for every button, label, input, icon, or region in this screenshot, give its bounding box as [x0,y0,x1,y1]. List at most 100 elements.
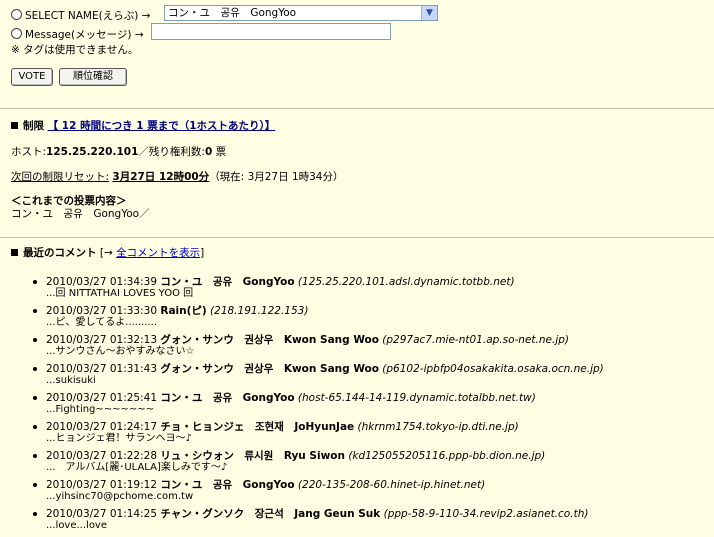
limit-title: 制限 [23,120,44,132]
comment-name: コン・ユ 공유 GongYoo [160,276,295,288]
comment-header: 2010/03/27 01:34:39 コン・ユ 공유 GongYoo (125… [46,276,714,288]
comment-item: 2010/03/27 01:33:30 Rain(ピ) (218.191.122… [0,305,714,334]
message-label: Message(メッセージ) → [25,29,144,41]
comment-time: 2010/03/27 01:34:39 [46,276,158,288]
comment-item: 2010/03/27 01:31:43 グォン・サンウ 권상우 Kwon San… [0,363,714,392]
comment-name: チョ・ヒョンジェ 조현재 JoHyunJae [160,421,355,433]
comment-header: 2010/03/27 01:33:30 Rain(ピ) (218.191.122… [46,305,714,317]
divider [0,108,714,109]
bullet-icon [33,425,37,429]
comment-name: グォン・サンウ 권상우 Kwon Sang Woo [160,363,379,375]
chevron-down-icon[interactable]: ▼ [421,6,437,20]
recent-heading: 最近のコメント [→ 全コメントを表示] [11,245,204,260]
comment-text: ...sukisuki [46,375,96,386]
remaining-label: ／残り権利数: [138,146,205,158]
message-input[interactable] [151,23,391,40]
comment-text: ...Fighting~~~~~~~ [46,404,155,415]
comment-header: 2010/03/27 01:24:17 チョ・ヒョンジェ 조현재 JoHyunJ… [46,421,714,433]
comment-host: (kd125055205116.ppp-bb.dion.ne.jp) [348,450,546,462]
reset-info: 次回の制限リセット: 3月27日 12時00分（現在: 3月27日 1時34分） [11,169,343,184]
history-value: コン・ユ 공유 GongYoo／ [11,208,150,220]
comment-header: 2010/03/27 01:32:13 グォン・サンウ 권상우 Kwon San… [46,334,714,346]
message-row: Message(メッセージ) → [11,27,144,42]
comment-text: ...回 NITTATHAI LOVES YOO 回 [46,288,194,299]
comment-host: (p297ac7.mie-nt01.ap.so-net.ne.jp) [382,334,570,346]
comment-name: コン・ユ 공유 GongYoo [160,479,295,491]
comment-time: 2010/03/27 01:19:12 [46,479,158,491]
show-all-comments-link[interactable]: 全コメントを表示 [116,247,200,259]
comment-time: 2010/03/27 01:31:43 [46,363,158,375]
comment-item: 2010/03/27 01:25:41 コン・ユ 공유 GongYoo (hos… [0,392,714,421]
reset-value: 3月27日 12時00分 [112,171,210,183]
vote-button[interactable]: VOTE [11,68,53,86]
comment-time: 2010/03/27 01:33:30 [46,305,158,317]
bullet-icon [33,483,37,487]
comment-host: (ppp-58-9-110-34.revip2.asianet.co.th) [383,508,589,520]
square-bullet-icon [11,122,18,129]
name-select[interactable]: コン・ユ 공유 GongYoo ▼ [164,5,438,21]
comment-text: ...サンウさん～おやすみなさい☆ [46,346,195,357]
select-name-label: SELECT NAME(えらぶ) → [25,10,151,22]
comment-name: チャン・グンソク 장근석 Jang Geun Suk [160,508,381,520]
comment-list: 2010/03/27 01:34:39 コン・ユ 공유 GongYoo (125… [0,276,714,537]
comment-time: 2010/03/27 01:25:41 [46,392,158,404]
square-bullet-icon [11,249,18,256]
bullet-icon [33,338,37,342]
comment-host: (hkrnm1754.tokyo-ip.dti.ne.jp) [357,421,519,433]
remaining-value: 0 [204,146,213,158]
comment-host: (218.191.122.153) [210,305,309,317]
bullet-icon [33,512,37,516]
remaining-unit: 票 [215,146,227,158]
comment-header: 2010/03/27 01:22:28 リュ・シウォン 류시원 Ryu Siwo… [46,450,714,462]
limit-heading: 制限 【 12 時間につき 1 票まで（1ホストあたり）】 [11,118,275,133]
comment-host: (host-65.144-14-119.dynamic.totalbb.net.… [297,392,536,404]
comment-header: 2010/03/27 01:25:41 コン・ユ 공유 GongYoo (hos… [46,392,714,404]
divider [0,237,714,238]
limit-rule-link[interactable]: 【 12 時間につき 1 票まで（1ホストあたり）】 [48,120,276,132]
comment-text: ...love...love [46,520,108,531]
tag-note: ※ タグは使用できません。 [11,44,139,56]
name-select-value: コン・ユ 공유 GongYoo [168,7,297,19]
comment-header: 2010/03/27 01:19:12 コン・ユ 공유 GongYoo (220… [46,479,714,491]
comment-header: 2010/03/27 01:14:25 チャン・グンソク 장근석 Jang Ge… [46,508,714,520]
comment-host: (220-135-208-60.hinet-ip.hinet.net) [297,479,486,491]
link-suffix: ] [200,247,205,259]
reset-label: 次回の制限リセット: [11,171,110,183]
recent-title: 最近のコメント [23,247,97,259]
comment-header: 2010/03/27 01:31:43 グォン・サンウ 권상우 Kwon San… [46,363,714,375]
comment-text: ... アルバム[麗･ULALA]楽しみです～♪ [46,462,228,473]
bullet-icon [33,309,37,313]
comment-item: 2010/03/27 01:14:25 チャン・グンソク 장근석 Jang Ge… [0,508,714,537]
host-label: ホスト: [11,146,47,158]
comment-text: ...ピ、愛してるよ.......... [46,317,158,328]
comment-name: グォン・サンウ 권상우 Kwon Sang Woo [160,334,379,346]
comment-time: 2010/03/27 01:32:13 [46,334,158,346]
comment-text: ...yihsinc70@pchome.com.tw [46,491,194,502]
comment-host: (p6102-ipbfp04osakakita.osaka.ocn.ne.jp) [382,363,604,375]
comment-item: 2010/03/27 01:24:17 チョ・ヒョンジェ 조현재 JoHyunJ… [0,421,714,450]
select-name-radio[interactable] [11,9,22,20]
bullet-icon [33,396,37,400]
comment-item: 2010/03/27 01:19:12 コン・ユ 공유 GongYoo (220… [0,479,714,508]
comment-host: (125.25.220.101.adsl.dynamic.totbb.net) [297,276,515,288]
comment-item: 2010/03/27 01:32:13 グォン・サンウ 권상우 Kwon San… [0,334,714,363]
bullet-icon [33,367,37,371]
comment-text: ...ヒョンジェ君！サランヘヨ～♪ [46,433,192,444]
link-prefix: [→ [99,247,117,259]
select-name-row: SELECT NAME(えらぶ) → [11,8,150,23]
current-time: （現在: 3月27日 1時34分） [209,171,344,183]
comment-name: リュ・シウォン 류시원 Ryu Siwon [160,450,345,462]
bullet-icon [33,454,37,458]
comment-time: 2010/03/27 01:14:25 [46,508,158,520]
bullet-icon [33,280,37,284]
comment-time: 2010/03/27 01:22:28 [46,450,158,462]
message-radio[interactable] [11,28,22,39]
host-value: 125.25.220.101 [46,146,139,158]
rank-check-button[interactable]: 順位確認 [59,68,127,86]
comment-item: 2010/03/27 01:34:39 コン・ユ 공유 GongYoo (125… [0,276,714,305]
comment-name: Rain(ピ) [160,305,207,317]
comment-item: 2010/03/27 01:22:28 リュ・シウォン 류시원 Ryu Siwo… [0,450,714,479]
comment-time: 2010/03/27 01:24:17 [46,421,158,433]
comment-name: コン・ユ 공유 GongYoo [160,392,295,404]
host-info: ホスト:125.25.220.101／残り権利数:0 票 [11,144,226,159]
